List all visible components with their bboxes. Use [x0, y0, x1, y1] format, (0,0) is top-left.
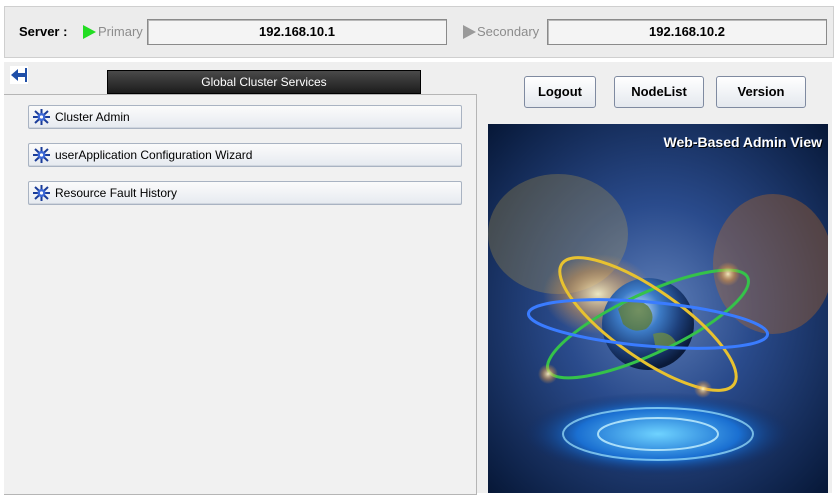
primary-label: Primary: [98, 24, 143, 39]
resource-fault-history-label: Resource Fault History: [55, 186, 178, 200]
global-cluster-services-header: Global Cluster Services: [107, 70, 421, 94]
splash-image: Web-Based Admin View: [488, 124, 828, 493]
version-button[interactable]: Version: [716, 76, 806, 108]
server-label: Server :: [19, 24, 68, 39]
globe-splash-illustration: [488, 124, 828, 493]
left-panel: Global Cluster Services Cluster Admin us…: [4, 62, 484, 495]
cluster-gear-icon: [33, 147, 50, 163]
splash-title: Web-Based Admin View: [663, 134, 822, 150]
right-panel: Logout NodeList Version Web-Based Admin …: [484, 62, 832, 493]
back-arrow-icon[interactable]: [10, 66, 28, 84]
primary-status-icon: [83, 25, 96, 39]
cluster-gear-icon: [33, 185, 50, 201]
secondary-ip-field: 192.168.10.2: [547, 19, 827, 45]
primary-ip-field: 192.168.10.1: [147, 19, 447, 45]
cluster-admin-button[interactable]: Cluster Admin: [28, 105, 462, 129]
secondary-status-icon: [463, 25, 476, 39]
logout-button[interactable]: Logout: [524, 76, 596, 108]
secondary-label: Secondary: [477, 24, 540, 39]
nodelist-button[interactable]: NodeList: [614, 76, 704, 108]
cluster-gear-icon: [33, 109, 50, 125]
server-bar: Server : Primary 192.168.10.1 Secondary …: [4, 6, 834, 58]
userapplication-wizard-label: userApplication Configuration Wizard: [55, 148, 253, 162]
services-list: Cluster Admin userApplication Configurat…: [4, 94, 477, 495]
resource-fault-history-button[interactable]: Resource Fault History: [28, 181, 462, 205]
userapplication-wizard-button[interactable]: userApplication Configuration Wizard: [28, 143, 462, 167]
cluster-admin-label: Cluster Admin: [55, 110, 130, 124]
